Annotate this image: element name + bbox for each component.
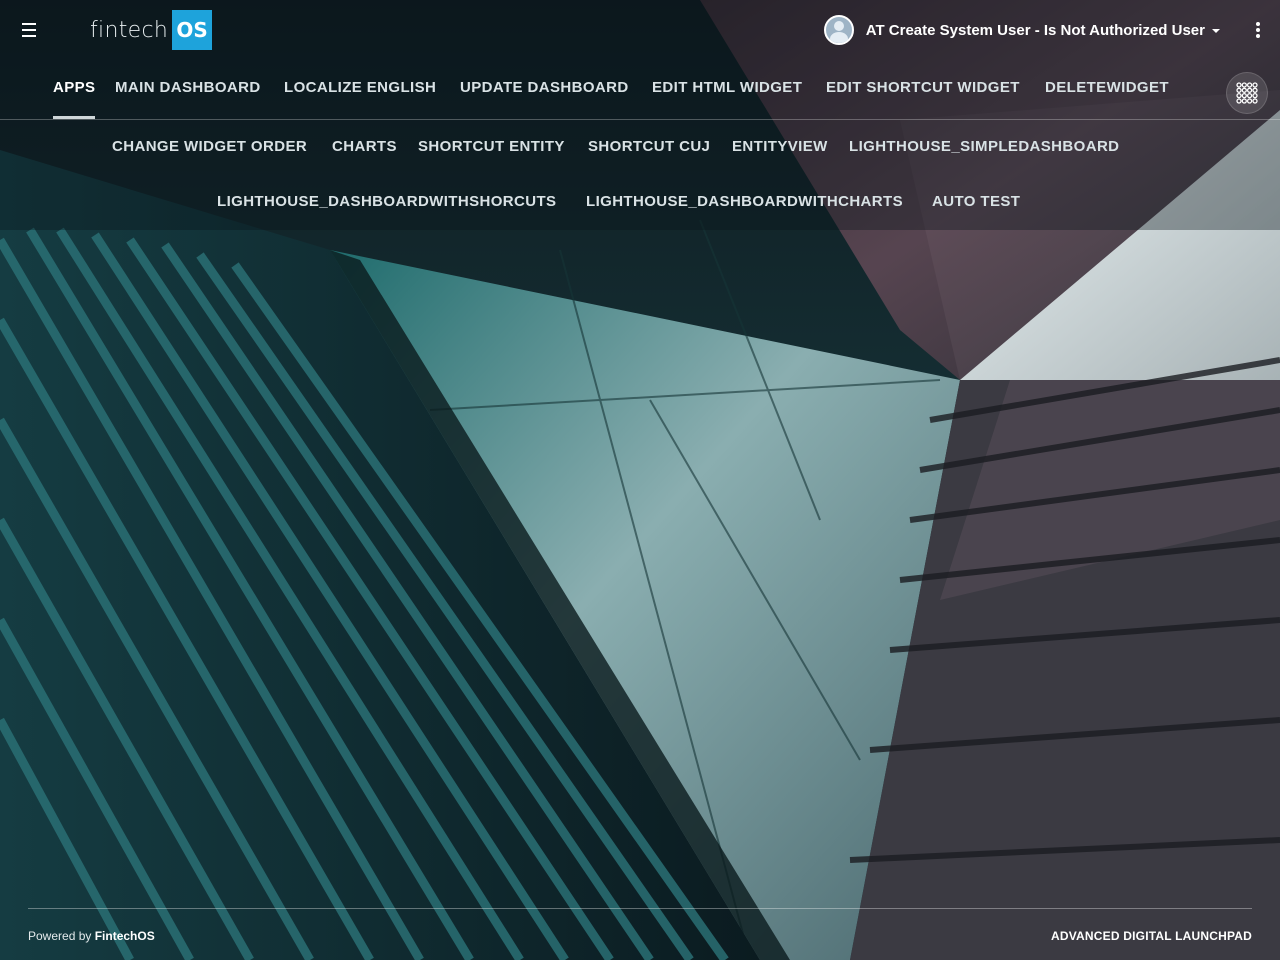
tab-localize-english[interactable]: LOCALIZE ENGLISH xyxy=(284,60,436,120)
tab-deletewidget[interactable]: DELETEWIDGET xyxy=(1045,60,1169,120)
chevron-down-icon xyxy=(1212,29,1220,33)
launchpad-link[interactable]: ADVANCED DIGITAL LAUNCHPAD xyxy=(1051,929,1252,943)
nav-divider xyxy=(0,119,1280,120)
tab-shortcut-cuj[interactable]: SHORTCUT CUJ xyxy=(588,128,710,168)
tab-edit-shortcut-widget[interactable]: EDIT SHORTCUT WIDGET xyxy=(826,60,1020,120)
app-nav-row-1: APPS MAIN DASHBOARD LOCALIZE ENGLISH UPD… xyxy=(0,60,1280,120)
top-bar: fintech OS AT Create System User - Is No… xyxy=(0,0,1280,60)
tab-edit-html-widget[interactable]: EDIT HTML WIDGET xyxy=(652,60,802,120)
apps-grid-icon[interactable] xyxy=(1226,72,1268,114)
tab-apps[interactable]: APPS xyxy=(53,60,96,120)
tab-change-widget-order[interactable]: CHANGE WIDGET ORDER xyxy=(112,128,307,168)
logo-text: fintech xyxy=(90,17,169,43)
tab-entityview[interactable]: ENTITYVIEW xyxy=(732,128,828,168)
tab-main-dashboard[interactable]: MAIN DASHBOARD xyxy=(115,60,261,120)
user-name: AT Create System User - Is Not Authorize… xyxy=(865,21,1205,39)
tab-lighthouse-dashboardwithshorcuts[interactable]: LIGHTHOUSE_DASHBOARDWITHSHORCUTS xyxy=(217,183,556,223)
hamburger-icon[interactable] xyxy=(18,18,42,42)
logo-badge: OS xyxy=(172,10,213,50)
app-nav-row-2: CHANGE WIDGET ORDER CHARTS SHORTCUT ENTI… xyxy=(0,128,1280,168)
powered-prefix: Powered by xyxy=(28,929,92,943)
powered-brand: FintechOS xyxy=(94,929,155,943)
kebab-menu-icon[interactable] xyxy=(1254,20,1262,40)
tab-charts[interactable]: CHARTS xyxy=(332,128,397,168)
powered-by-text: Powered by FintechOS xyxy=(28,929,155,943)
tab-lighthouse-dashboardwithcharts[interactable]: LIGHTHOUSE_DASHBOARDWITHCHARTS xyxy=(586,183,903,223)
tab-label: APPS xyxy=(53,79,96,96)
user-menu[interactable]: AT Create System User - Is Not Authorize… xyxy=(823,14,1220,46)
fintechos-logo[interactable]: fintech OS xyxy=(90,10,213,50)
tab-lighthouse-simpledashboard[interactable]: LIGHTHOUSE_SIMPLEDASHBOARD xyxy=(849,128,1119,168)
tab-auto-test[interactable]: AUTO TEST xyxy=(932,183,1020,223)
user-avatar-icon xyxy=(823,15,854,45)
tab-update-dashboard[interactable]: UPDATE DASHBOARD xyxy=(460,60,629,120)
footer-divider xyxy=(28,908,1252,909)
app-nav-row-3: LIGHTHOUSE_DASHBOARDWITHSHORCUTS LIGHTHO… xyxy=(0,183,1280,223)
tab-shortcut-entity[interactable]: SHORTCUT ENTITY xyxy=(418,128,565,168)
